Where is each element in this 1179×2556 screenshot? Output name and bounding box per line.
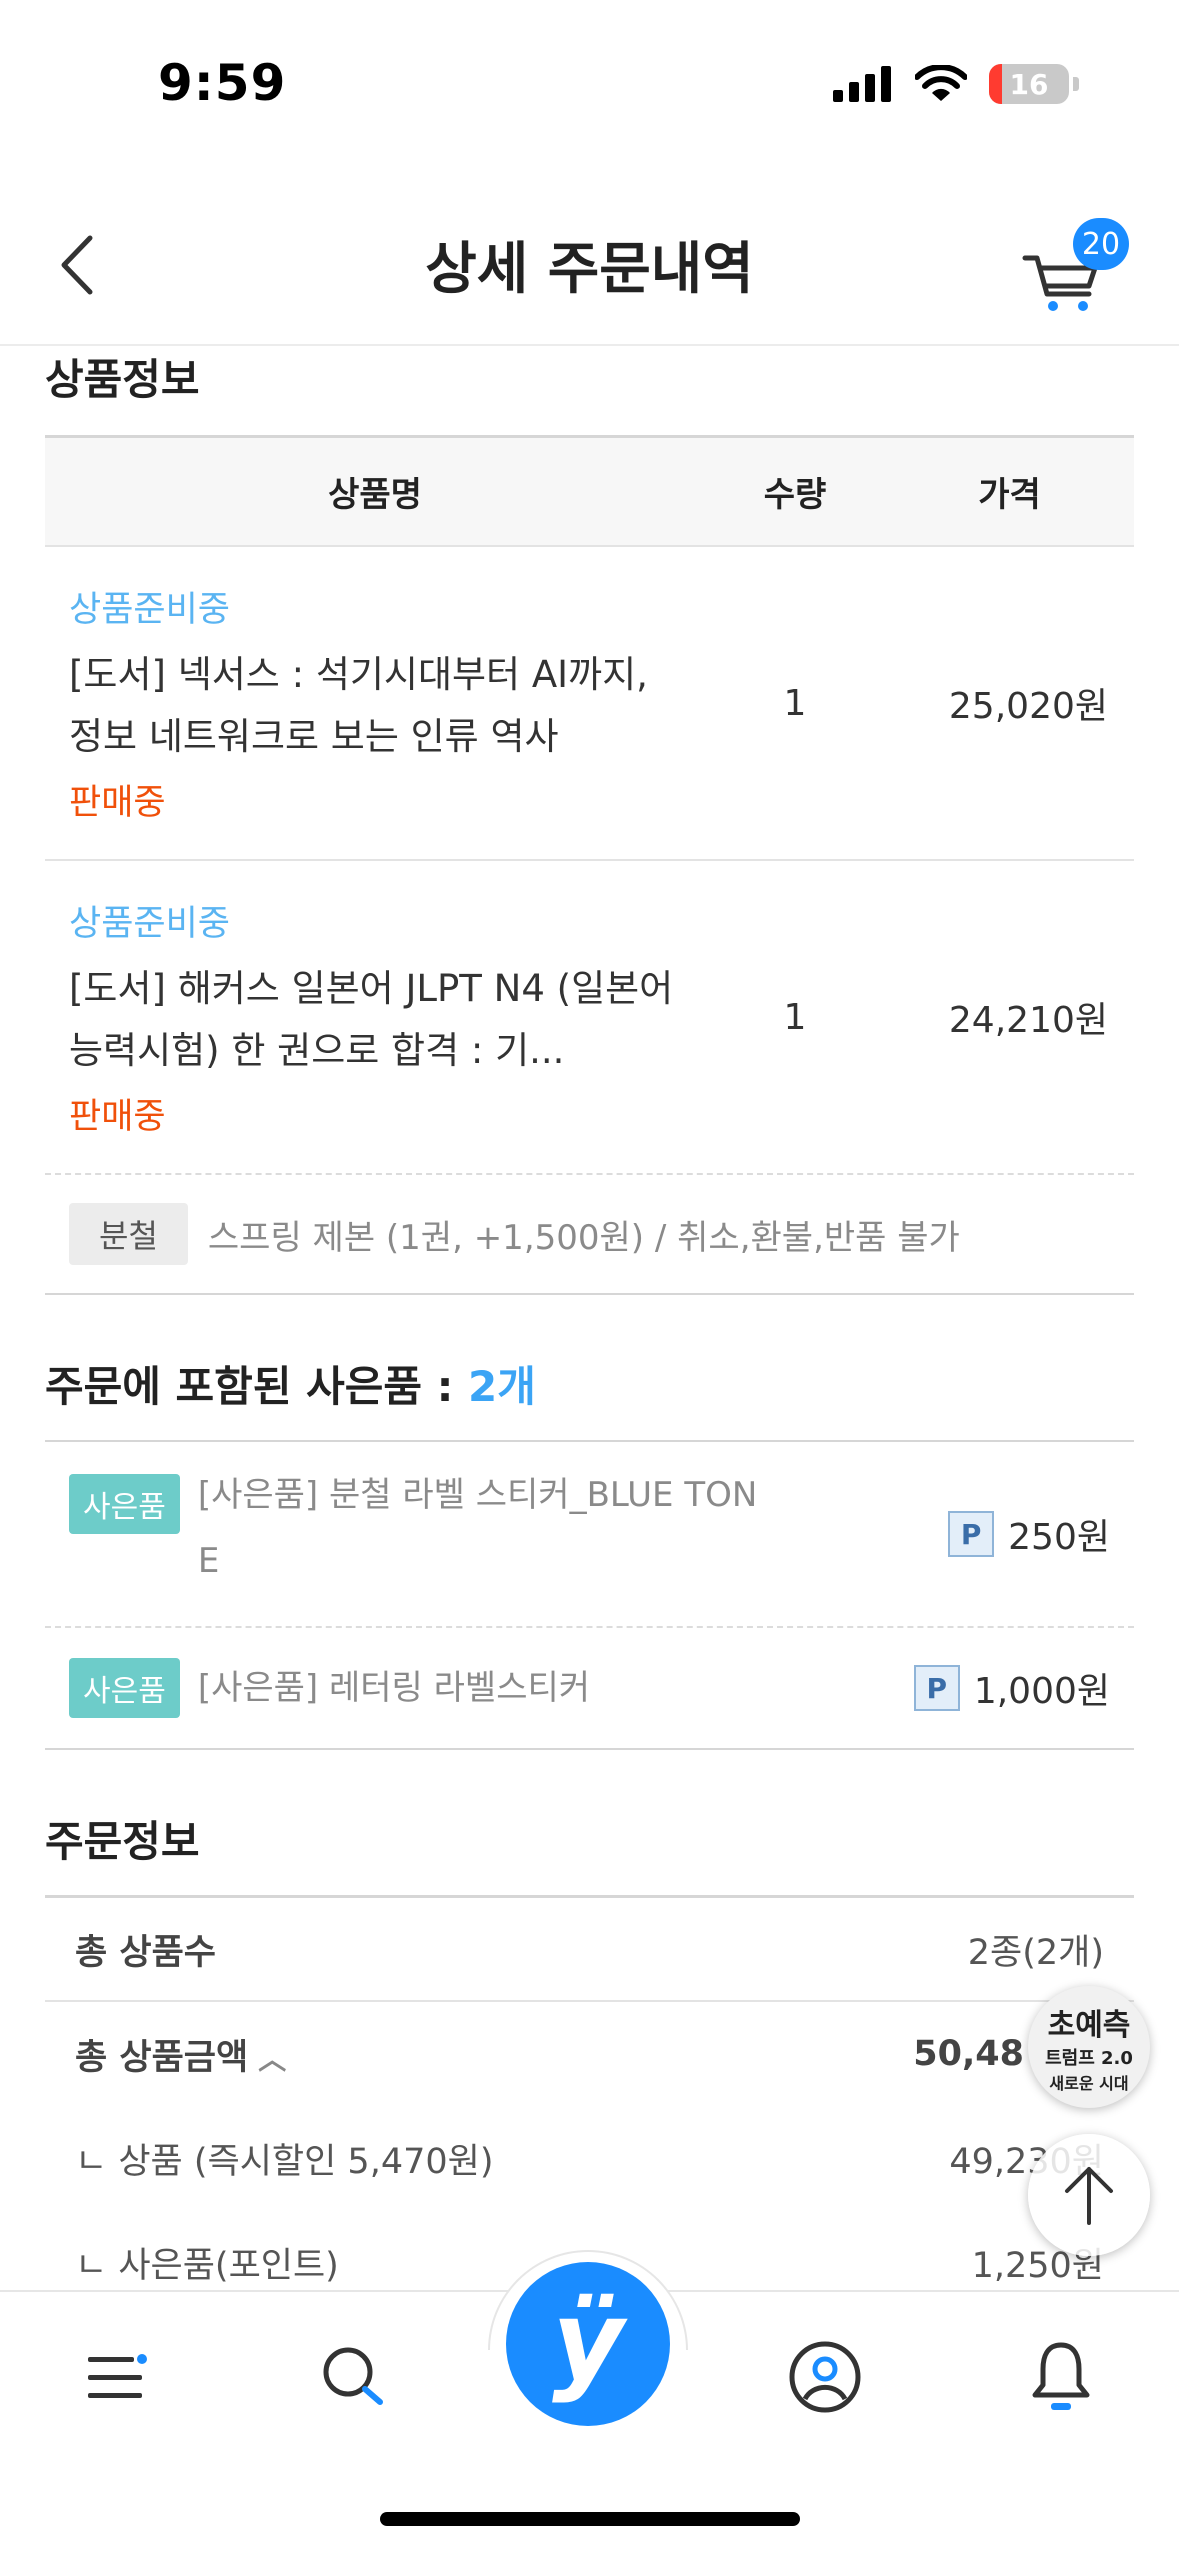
bottom-tab-bar: ÿ [0, 2250, 1179, 2556]
tab-search[interactable] [308, 2332, 398, 2422]
cellular-signal-icon [833, 66, 891, 102]
gift-name: [사은품] 분철 라벨 스티커_BLUE TONE [197, 1475, 758, 1581]
battery-icon: 16 [989, 64, 1069, 104]
page-header: 상세 주문내역 20 [0, 180, 1179, 346]
product-row[interactable]: 상품준비중 [도서] 해커스 일본어 JLPT N4 (일본어능력시험) 한 권… [45, 861, 1134, 1175]
battery-tip [1073, 77, 1079, 91]
gift-section: 주문에 포함된 사은품 : 2개 사은품 [사은품] 분철 라벨 스티커_BLU… [45, 1353, 1134, 1750]
gift-item: 사은품 [사은품] 레터링 라벨스티커 P 1,000원 [45, 1628, 1134, 1750]
gift-list: 사은품 [사은품] 분철 라벨 스티커_BLUE TONE P 250원 사은품… [45, 1440, 1134, 1750]
gift-price: P 250원 [948, 1508, 1110, 1560]
gift-tag: 사은품 [69, 1658, 180, 1718]
product-status: 상품준비중 [69, 904, 231, 944]
page-title: 상세 주문내역 [425, 237, 754, 302]
battery-fill [989, 64, 1002, 104]
gift-name: [사은품] 레터링 라벨스티커 [197, 1668, 591, 1708]
product-title[interactable]: [도서] 해커스 일본어 JLPT N4 (일본어능력시험) 한 권으로 합격 … [69, 958, 685, 1082]
column-header-name: 상품명 [328, 475, 422, 515]
product-sale-status: 판매중 [69, 1097, 166, 1137]
order-row-product-amount: ㄴ 상품 (즉시할인 5,470원) 49,230원 [45, 2106, 1134, 2210]
binding-description: 스프링 제본 (1권, +1,500원) / 취소,환불,반품 불가 [207, 1217, 960, 1258]
column-header-price: 가격 [978, 475, 1041, 515]
promo-floating-button[interactable]: 초예측 트럼프 2.0 새로운 시대 [1028, 1986, 1150, 2108]
cart-button[interactable]: 20 [1019, 218, 1129, 311]
gift-price-value: 1,000원 [973, 1671, 1110, 1712]
tab-menu[interactable] [72, 2332, 162, 2422]
column-header-qty: 수량 [763, 475, 827, 515]
point-icon: P [913, 1665, 960, 1711]
home-logo-icon: ÿ [552, 2277, 624, 2405]
gift-item: 사은품 [사은품] 분철 라벨 스티커_BLUE TONE P 250원 [45, 1442, 1134, 1628]
product-info: 상품준비중 [도서] 넥서스 : 석기시대부터 AI까지, 정보 네트워크로 보… [45, 581, 705, 825]
status-icons: 16 [833, 64, 1079, 104]
scroll-top-button[interactable] [1028, 2134, 1150, 2256]
tab-notifications[interactable] [1016, 2332, 1106, 2422]
wifi-icon [915, 65, 967, 101]
order-detail-content: 상품정보 상품명 수량 가격 상품준비중 [도서] 넥서스 : 석기시대부터 A… [45, 346, 1134, 2314]
gift-amount-label: ㄴ 사은품(포인트) [75, 2245, 339, 2286]
home-indicator [380, 2512, 800, 2526]
gift-section-title: 주문에 포함된 사은품 : 2개 [45, 1353, 1134, 1414]
gift-section-label: 주문에 포함된 사은품 : [45, 1362, 469, 1411]
gift-price-value: 250원 [1008, 1517, 1110, 1558]
gift-price: P 1,000원 [913, 1662, 1110, 1714]
promo-line-3: 새로운 시대 [1049, 2074, 1129, 2093]
total-amount-value: 50,48 [913, 2034, 1024, 2074]
product-info: 상품준비중 [도서] 해커스 일본어 JLPT N4 (일본어능력시험) 한 권… [45, 895, 705, 1139]
user-icon [789, 2341, 861, 2413]
order-info-section: 주문정보 총 상품수 2종(2개) 총 상품금액 ︿ 50,48 ㄴ 상품 (즉시… [45, 1808, 1134, 2314]
product-qty: 1 [783, 996, 807, 1038]
tab-my-page[interactable] [780, 2332, 870, 2422]
product-price: 25,020원 [948, 686, 1108, 727]
status-time: 9:59 [158, 54, 287, 112]
product-section-title: 상품정보 [45, 355, 200, 404]
product-title[interactable]: [도서] 넥서스 : 석기시대부터 AI까지, 정보 네트워크로 보는 인류 역… [69, 644, 685, 768]
chevron-up-icon: ︿ [258, 2042, 287, 2076]
promo-line-1: 초예측 [1047, 2008, 1131, 2043]
total-amount-text: 총 상품금액 [75, 2037, 249, 2078]
search-icon [323, 2347, 383, 2405]
arrow-up-icon [1065, 2167, 1113, 2225]
bell-icon [1032, 2342, 1090, 2410]
binding-tag: 분철 [69, 1203, 188, 1265]
order-row-total-count: 총 상품수 2종(2개) [45, 1898, 1134, 2002]
binding-option-row: 분철 스프링 제본 (1권, +1,500원) / 취소,환불,반품 불가 [45, 1175, 1134, 1295]
product-qty: 1 [783, 682, 807, 724]
promo-line-2: 트럼프 2.0 [1045, 2048, 1133, 2069]
product-row[interactable]: 상품준비중 [도서] 넥서스 : 석기시대부터 AI까지, 정보 네트워크로 보… [45, 547, 1134, 861]
order-section-title: 주문정보 [45, 1817, 200, 1866]
gift-count: 2개 [468, 1362, 536, 1411]
product-status: 상품준비중 [69, 590, 231, 630]
product-table-header: 상품명 수량 가격 [45, 435, 1134, 547]
order-row-total-amount[interactable]: 총 상품금액 ︿ 50,48 [45, 2002, 1134, 2106]
home-button[interactable]: ÿ [506, 2262, 670, 2426]
total-count-label: 총 상품수 [75, 1932, 216, 1973]
cart-count-badge: 20 [1073, 218, 1129, 270]
status-bar: 9:59 16 [0, 0, 1179, 180]
menu-icon [88, 2354, 147, 2398]
total-amount-label[interactable]: 총 상품금액 ︿ [75, 2029, 286, 2080]
battery-level: 16 [1009, 67, 1049, 101]
gift-tag: 사은품 [69, 1474, 180, 1534]
point-icon: P [948, 1511, 995, 1557]
total-count-value: 2종(2개) [967, 1932, 1104, 1973]
product-price: 24,210원 [948, 1000, 1108, 1041]
product-amount-label: ㄴ 상품 (즉시할인 5,470원) [75, 2141, 494, 2182]
product-sale-status: 판매중 [69, 783, 166, 823]
